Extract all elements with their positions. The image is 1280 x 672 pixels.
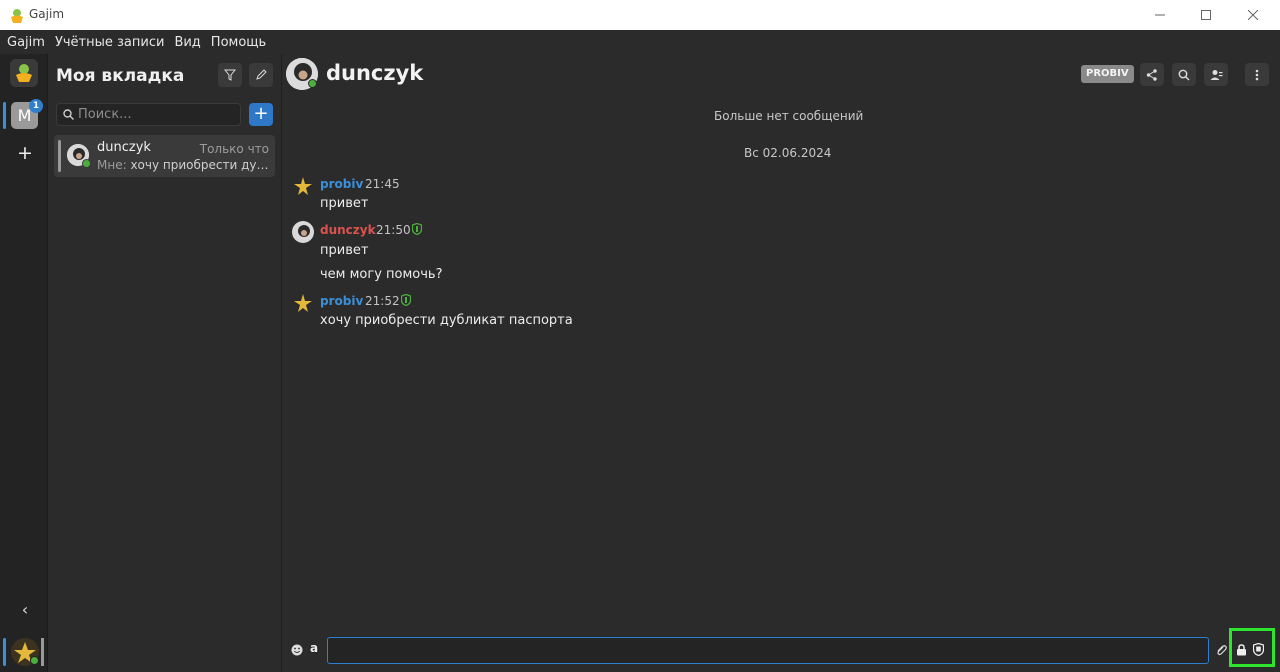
maximize-button[interactable] [1183, 0, 1229, 30]
filter-icon [224, 69, 236, 81]
encrypted-shield-icon [401, 294, 411, 306]
message-time: 21:50 [376, 223, 411, 237]
message-author: probiv [320, 294, 364, 308]
search-box[interactable] [56, 103, 241, 126]
menu-gajim[interactable]: Gajim [2, 30, 50, 54]
contact-name: dunczyk [326, 61, 424, 85]
probiv-avatar [292, 292, 314, 314]
edit-button[interactable] [249, 63, 273, 87]
menu-help[interactable]: Помощь [206, 30, 271, 54]
search-icon [1178, 69, 1190, 80]
close-icon [1248, 10, 1258, 20]
message-text: привет [320, 196, 369, 211]
date-separator: Вс 02.06.2024 [744, 146, 832, 160]
start-chat-button[interactable]: + [249, 103, 273, 126]
chat-preview: Мне: хочу приобрести дубли… [97, 158, 269, 172]
gajim-logo-icon [11, 9, 23, 23]
more-vertical-icon [1255, 69, 1259, 80]
minimize-button[interactable] [1137, 0, 1183, 30]
account-badge: PROBIV [1081, 65, 1134, 83]
online-status-dot [82, 159, 91, 168]
window-title: Gajim [29, 7, 65, 21]
share-icon [1146, 68, 1157, 81]
lock-icon[interactable] [1236, 644, 1247, 656]
emoji-icon[interactable] [290, 643, 304, 657]
menu-bar: Gajim Учётные записи Вид Помощь [0, 30, 1280, 54]
message-text: привет [320, 243, 369, 258]
chat-view: dunczyk PROBIV Больше нет сообщений Вс 0… [283, 54, 1280, 672]
workspace-home-button[interactable] [10, 59, 38, 87]
contact-details-button[interactable] [1204, 63, 1228, 86]
account-status-bar [41, 638, 44, 666]
more-options-button[interactable] [1245, 63, 1269, 86]
title-bar: Gajim [0, 0, 1280, 30]
chat-time: Только что [199, 142, 269, 156]
active-account-indicator [3, 638, 6, 666]
chat-list-panel: Моя вкладка + dunczyk Только что Мне: хо… [48, 54, 282, 672]
collapse-chevron-icon[interactable]: ‹ [12, 598, 38, 622]
online-status-dot [30, 656, 39, 665]
share-button[interactable] [1140, 63, 1164, 86]
dunczyk-avatar [292, 221, 314, 243]
message-input-box[interactable] [327, 637, 1209, 664]
no-more-messages-label: Больше нет сообщений [714, 109, 864, 123]
chat-list-item[interactable]: dunczyk Только что Мне: хочу приобрести … [54, 135, 275, 177]
encrypted-shield-icon [412, 223, 422, 235]
message-text: хочу приобрести дубликат паспорта [320, 313, 573, 328]
preview-text: хочу приобрести дубли… [130, 158, 269, 172]
omemo-shield-icon[interactable] [1253, 643, 1264, 656]
maximize-icon [1201, 10, 1211, 20]
search-input[interactable] [78, 107, 228, 122]
search-icon [63, 109, 74, 120]
active-workspace-indicator [3, 102, 6, 129]
menu-view[interactable]: Вид [169, 30, 205, 54]
message-time: 21:52 [365, 294, 400, 308]
message-input[interactable] [328, 638, 1208, 663]
online-status-dot [308, 79, 317, 88]
gajim-logo-icon [16, 64, 32, 82]
chat-name: dunczyk [97, 140, 151, 155]
workspace-title: Моя вкладка [56, 66, 185, 86]
text-format-icon[interactable]: a [310, 641, 318, 655]
selection-indicator [58, 140, 61, 172]
message-author: probiv [320, 177, 364, 191]
minimize-icon [1155, 14, 1165, 16]
filter-button[interactable] [218, 63, 242, 87]
account-rail: M 1 + ‹ [0, 54, 48, 672]
message-time: 21:45 [365, 177, 400, 191]
pencil-icon [256, 69, 267, 80]
preview-prefix: Мне: [97, 158, 127, 172]
menu-accounts[interactable]: Учётные записи [50, 30, 170, 54]
unread-badge: 1 [29, 99, 43, 113]
message-text: чем могу помочь? [320, 267, 443, 282]
probiv-avatar [292, 175, 314, 197]
contact-info-icon [1210, 69, 1222, 80]
close-button[interactable] [1230, 0, 1276, 30]
message-author: dunczyk [320, 223, 376, 237]
attach-icon[interactable] [1215, 644, 1228, 657]
search-chat-button[interactable] [1172, 63, 1196, 86]
add-workspace-button[interactable]: + [12, 140, 38, 166]
